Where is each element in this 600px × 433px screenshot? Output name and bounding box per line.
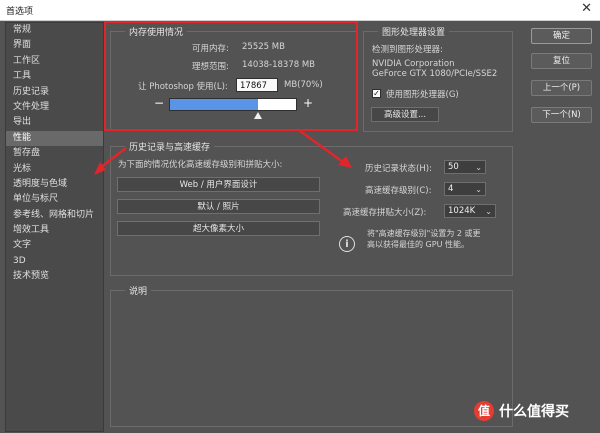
left-arrow-shaft xyxy=(99,147,127,169)
right-arrow-head xyxy=(338,156,352,168)
watermark-logo-icon: 值 xyxy=(474,401,494,421)
annotation-arrows xyxy=(94,129,352,175)
watermark-text: 什么值得买 xyxy=(499,404,569,420)
right-arrow-shaft xyxy=(299,129,344,164)
